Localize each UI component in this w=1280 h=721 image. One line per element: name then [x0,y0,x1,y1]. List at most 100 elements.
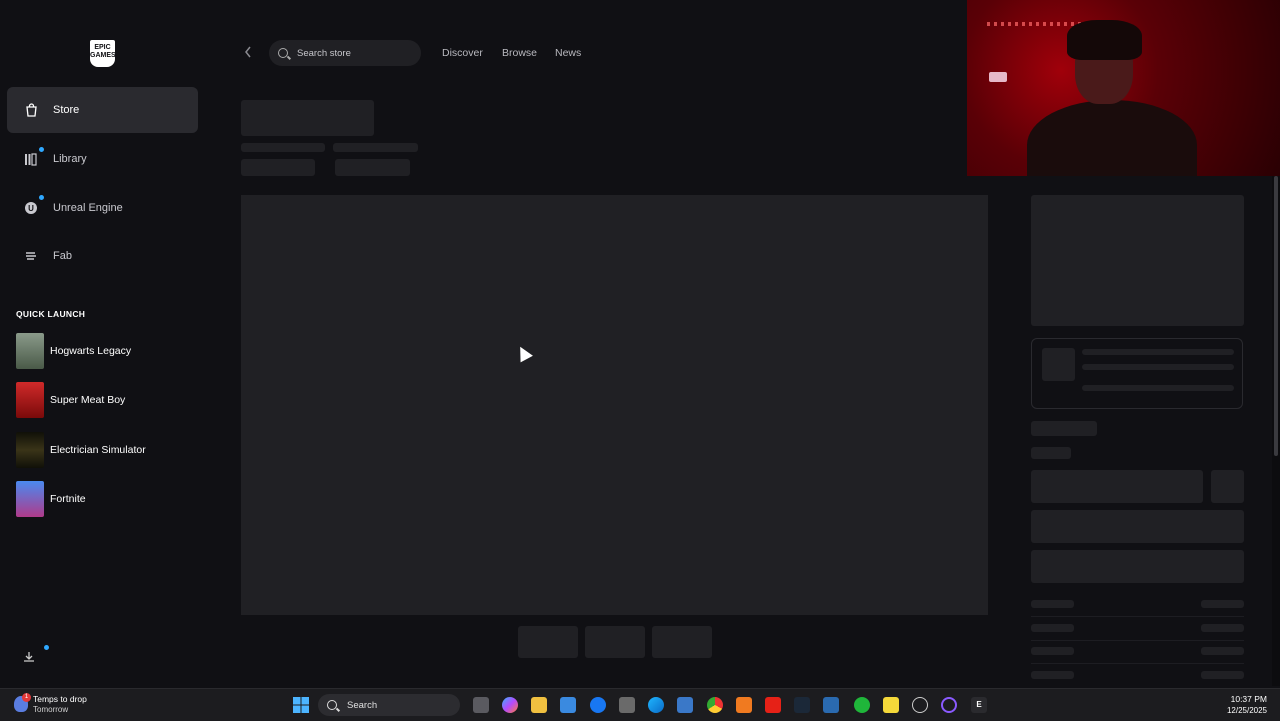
quick-launch-title: QUICK LAUNCH [16,309,86,319]
skeleton-line [1082,349,1234,355]
hero-media-placeholder [241,195,988,615]
game-thumbnail [16,382,44,418]
quick-launch-item[interactable]: Hogwarts Legacy [16,333,206,369]
skeleton-line [241,143,325,152]
sidebar-item-label: Library [53,153,87,165]
calculator-icon[interactable] [677,697,693,713]
nav-browse[interactable]: Browse [502,47,537,59]
aimp-icon[interactable] [736,697,752,713]
nav-news[interactable]: News [555,47,581,59]
quick-launch-label: Electrician Simulator [50,444,146,456]
skeleton-line [1031,624,1074,632]
sticky-notes-icon[interactable] [883,697,899,713]
windows-taskbar: 1 Temps to drop Tomorrow Search E 10:37 … [0,688,1280,721]
skeleton-pill [335,159,410,176]
app-icon[interactable] [823,697,839,713]
quick-launch-label: Hogwarts Legacy [50,345,132,357]
skeleton-thumb [652,626,712,658]
weather-badge: 1 [22,693,31,702]
search-icon [278,48,288,58]
xbox-icon[interactable] [854,697,870,713]
weather-title[interactable]: Temps to drop [33,694,87,704]
skeleton-button [1031,550,1244,583]
skeleton-line [1201,600,1244,608]
webcam-lamp [989,72,1007,82]
notification-dot [44,645,49,650]
quick-launch-item[interactable]: Fortnite [16,481,206,517]
taskbar-search[interactable]: Search [318,694,460,716]
webcam-person-hair [1067,20,1142,60]
sidebar-item-unreal-engine[interactable]: U Unreal Engine [7,185,198,231]
skeleton-line [1031,647,1074,655]
skeleton-line [1082,385,1234,391]
task-view-icon[interactable] [473,697,489,713]
skeleton-line [333,143,418,152]
skeleton-thumb [585,626,645,658]
copilot-icon[interactable] [502,697,518,713]
quick-launch-label: Fortnite [50,493,86,505]
downloads-button[interactable] [20,648,38,666]
fab-icon [24,249,38,263]
clock-date[interactable]: 12/25/2025 [1227,706,1267,715]
facebook-icon[interactable] [590,697,606,713]
notification-dot [39,195,44,200]
skeleton-pill [241,159,315,176]
weather-subtitle: Tomorrow [33,705,69,714]
quick-launch-item[interactable]: Super Meat Boy [16,382,206,418]
microsoft-store-icon[interactable] [560,697,576,713]
taskbar-search-label: Search [347,699,378,711]
skeleton-button [1211,470,1244,503]
clock-time[interactable]: 10:37 PM [1231,694,1267,704]
skeleton-button [1031,470,1203,503]
skeleton-line [1201,624,1244,632]
skeleton-title [241,100,374,136]
sidebar: EPIC GAMES Store Library U Unreal Engine… [0,0,214,690]
skeleton-line [1082,364,1234,370]
search-placeholder: Search store [297,47,351,59]
steam-icon[interactable] [794,697,810,713]
quick-launch-item[interactable]: Electrician Simulator [16,432,206,468]
amazon-icon[interactable] [619,697,635,713]
skeleton-line [1031,600,1074,608]
sidebar-item-fab[interactable]: Fab [7,233,198,279]
sidebar-item-store[interactable]: Store [7,87,198,133]
epic-games-taskbar-icon[interactable]: E [971,697,987,713]
edge-icon[interactable] [648,697,664,713]
skeleton-thumb [518,626,578,658]
youtube-icon[interactable] [765,697,781,713]
search-store-input[interactable]: Search store [269,40,421,66]
search-icon [327,700,337,710]
skeleton-badge [1031,421,1097,436]
sidebar-item-label: Fab [53,250,72,262]
divider [1031,663,1244,664]
sidebar-item-library[interactable]: Library [7,136,198,182]
divider [1031,616,1244,617]
shopping-bag-icon [24,103,38,117]
sidebar-item-label: Store [53,104,80,116]
unreal-engine-icon: U [24,201,38,215]
skeleton-line [1031,671,1074,679]
scrollbar-thumb[interactable] [1274,176,1278,456]
skeleton-line [1201,671,1244,679]
chrome-icon[interactable] [707,697,723,713]
webcam-overlay [967,0,1280,176]
skeleton-price [1031,447,1071,459]
app-ring-icon[interactable] [941,697,957,713]
windows-start-icon[interactable] [293,697,309,713]
epic-games-logo[interactable]: EPIC GAMES [90,40,116,67]
obs-icon[interactable] [912,697,928,713]
nav-discover[interactable]: Discover [442,47,483,59]
divider [1031,640,1244,641]
scrollbar[interactable] [1272,176,1280,686]
library-icon [24,152,38,166]
skeleton-button [1031,510,1244,543]
back-button[interactable] [244,45,252,61]
skeleton-info-card [1031,338,1243,409]
game-thumbnail [16,481,44,517]
skeleton-line [1201,647,1244,655]
file-explorer-icon[interactable] [531,697,547,713]
game-thumbnail [16,432,44,468]
webcam-person-body [1027,100,1197,176]
chevron-left-icon [245,46,251,58]
sidebar-item-label: Unreal Engine [53,202,123,214]
